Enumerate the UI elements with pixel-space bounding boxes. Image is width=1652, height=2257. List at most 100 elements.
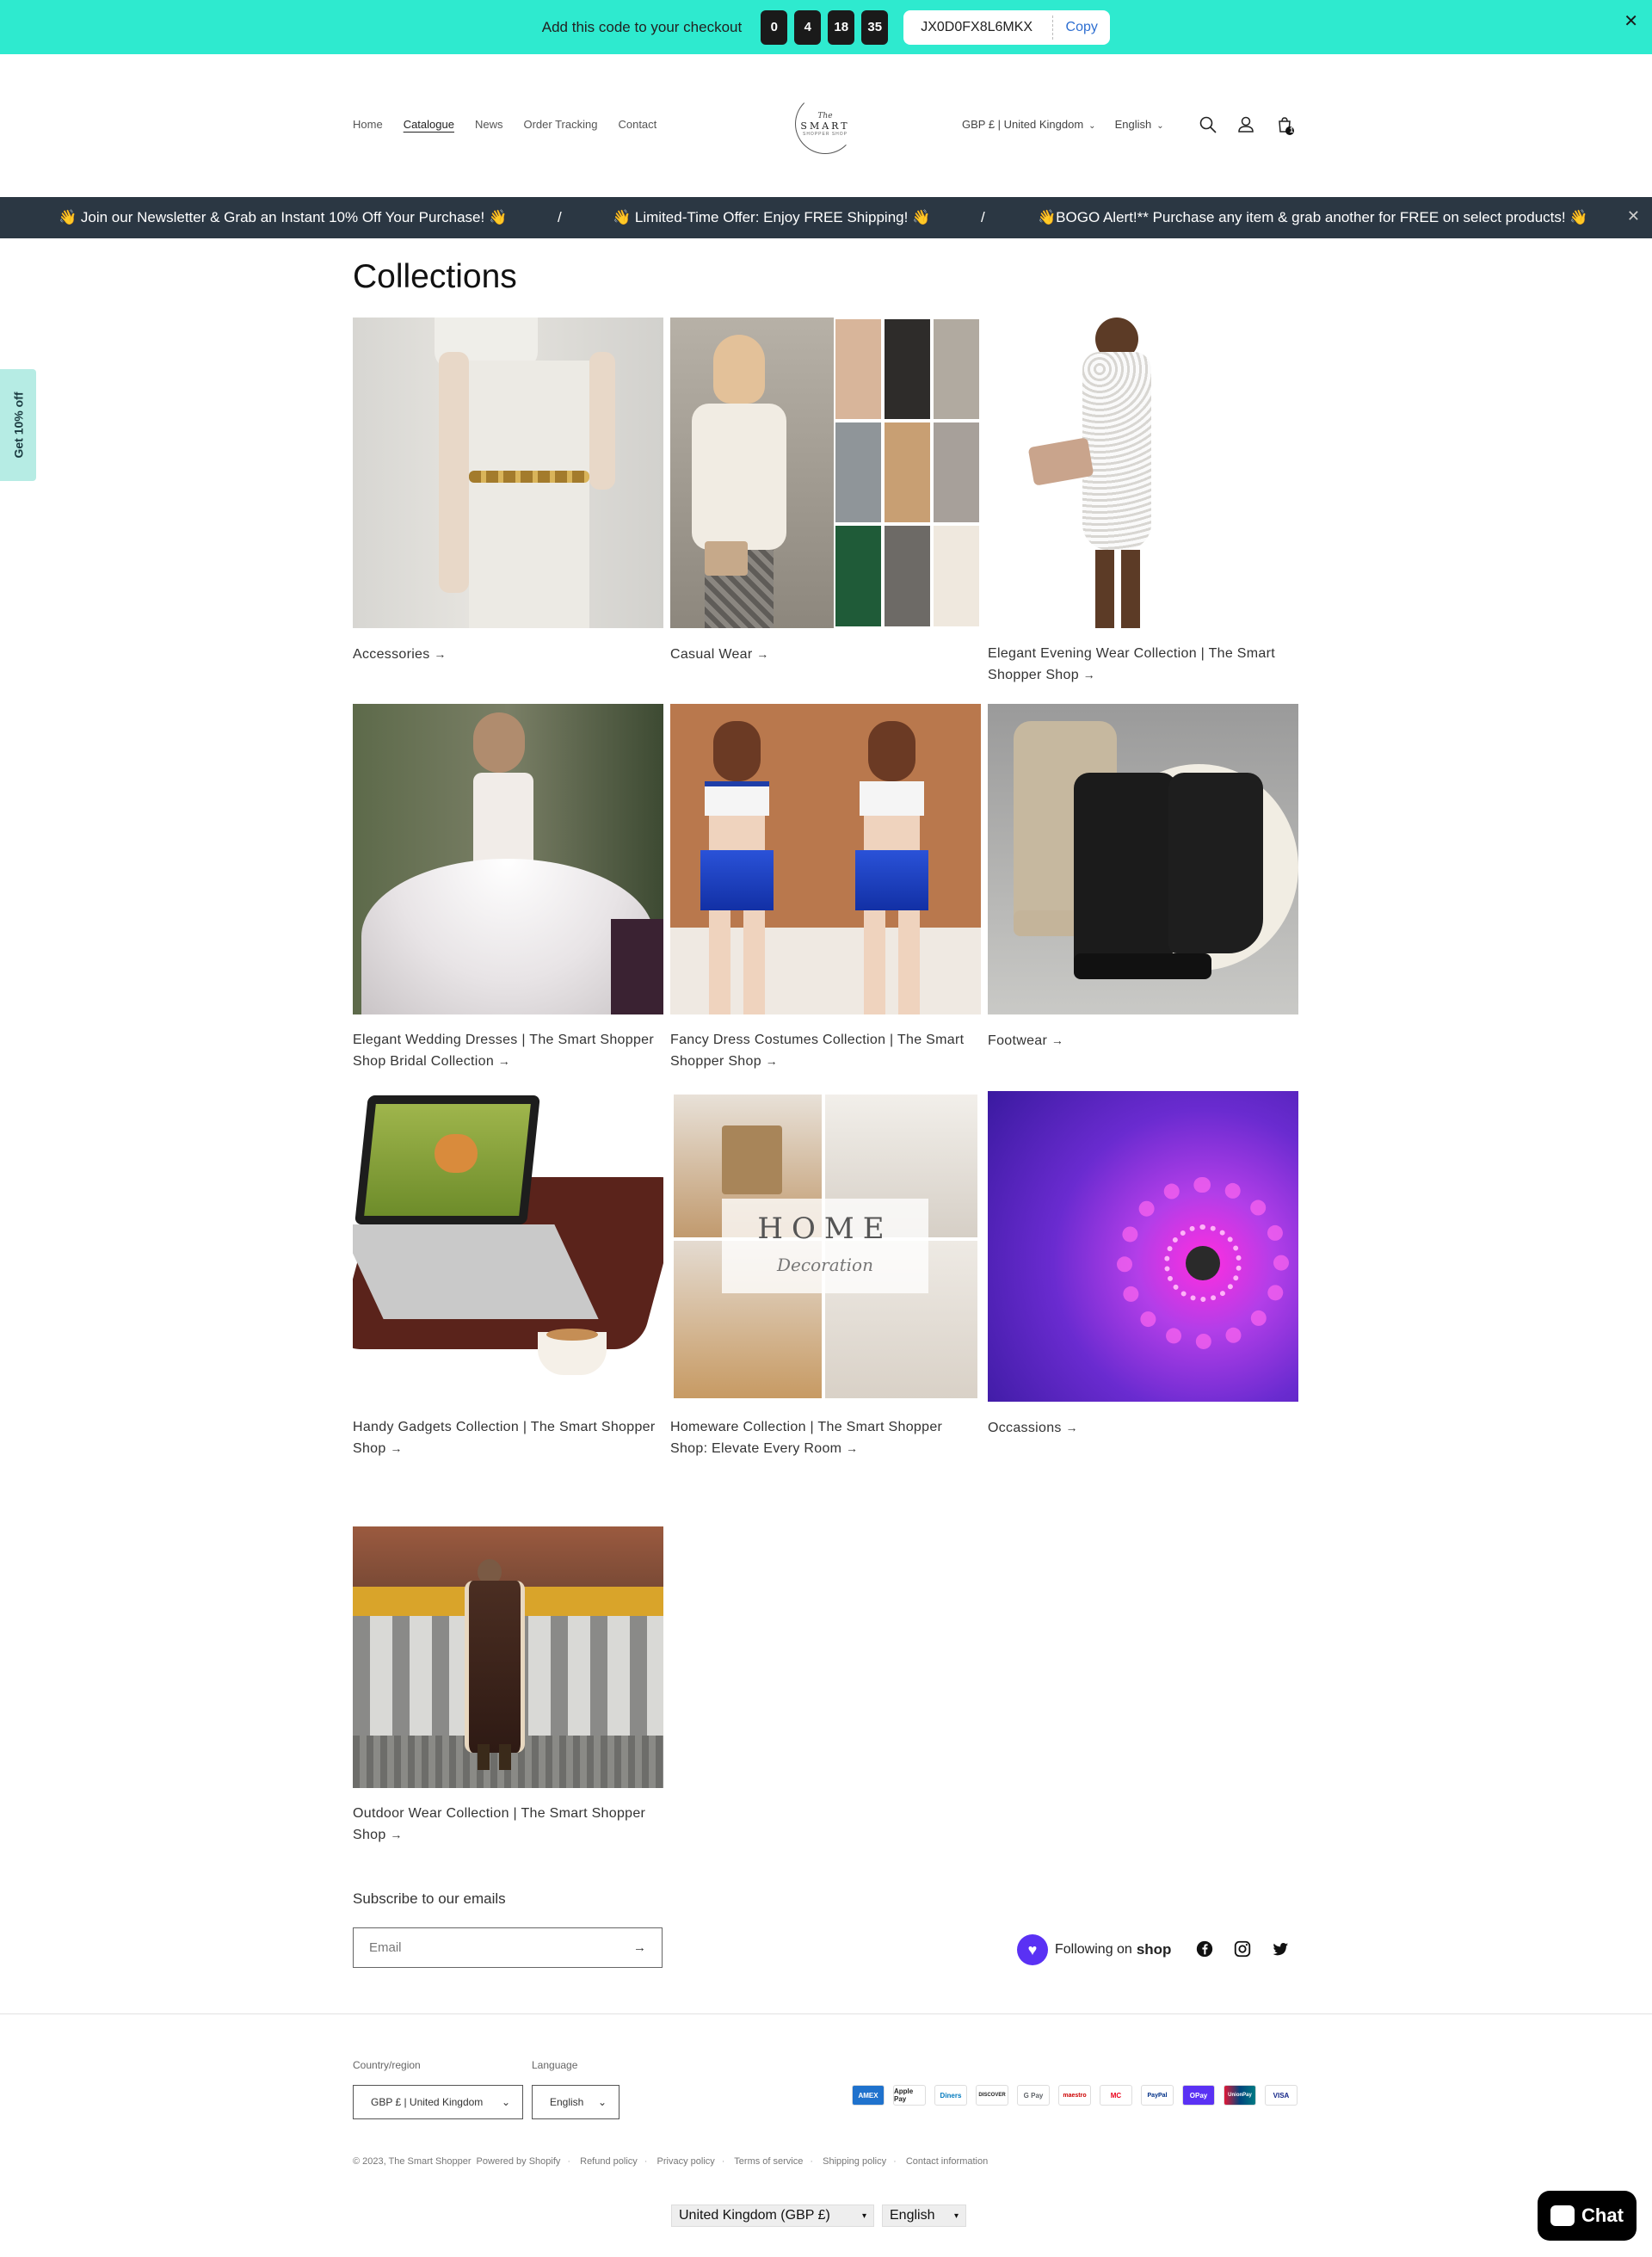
logo-line-3: SHOPPER SHOP	[802, 131, 848, 137]
instagram-icon[interactable]	[1233, 1939, 1252, 1958]
main-nav: Home Catalogue News Order Tracking Conta…	[353, 118, 656, 131]
announcement-separator: /	[981, 209, 985, 225]
collection-card-casual-wear[interactable]: Casual Wear →	[670, 318, 981, 665]
collection-title[interactable]: Homeware Collection | The Smart Shopper …	[670, 1417, 981, 1459]
country-selector[interactable]: GBP £ | United Kingdom ⌄	[353, 2085, 523, 2119]
copy-code-button[interactable]: Copy	[1053, 20, 1110, 35]
collection-image[interactable]	[988, 318, 1298, 628]
discount-code-box: JX0D0FX8L6MKX Copy	[903, 9, 1111, 45]
chevron-down-icon: ⌄	[597, 2096, 607, 2108]
bottom-country-select[interactable]: United Kingdom (GBP £) ▾	[671, 2205, 874, 2227]
collection-card-wedding-dresses[interactable]: Elegant Wedding Dresses | The Smart Shop…	[353, 704, 663, 1072]
bottom-language-select[interactable]: English ▾	[882, 2205, 966, 2227]
refund-policy-link[interactable]: Refund policy	[580, 2156, 638, 2167]
promo-bar: Add this code to your checkout 0 4 18 35…	[0, 0, 1652, 54]
chat-button[interactable]: Chat	[1538, 2191, 1637, 2241]
twitter-icon[interactable]	[1271, 1939, 1290, 1958]
collection-image[interactable]	[353, 318, 663, 628]
shop-brand: shop	[1136, 1941, 1172, 1958]
collection-title-text: Elegant Evening Wear Collection | The Sm…	[988, 646, 1275, 682]
cart-count-badge: 1	[1289, 126, 1294, 134]
amex-icon: AMEX	[852, 2085, 885, 2106]
arrow-right-icon: →	[497, 1054, 511, 1068]
site-logo[interactable]: The SMART SHOPPER SHOP	[795, 94, 855, 154]
bottom-country-value: United Kingdom (GBP £)	[679, 2208, 830, 2223]
collection-image[interactable]	[353, 1091, 663, 1402]
header-selectors: GBP £ | United Kingdom ⌄ English ⌄	[962, 118, 1183, 131]
collection-image[interactable]	[670, 704, 981, 1014]
caret-down-icon: ▾	[953, 2211, 959, 2221]
arrow-right-icon: →	[434, 647, 447, 661]
shop-follow-button[interactable]: ♥ Following on shop	[1017, 1933, 1171, 1967]
unionpay-icon: UnionPay	[1224, 2085, 1256, 2106]
collection-title-text: Accessories	[353, 647, 430, 662]
collection-title[interactable]: Occassions →	[988, 1417, 1298, 1439]
announcement-message: 👋BOGO Alert!** Purchase any item & grab …	[1038, 209, 1588, 225]
collection-image[interactable]	[353, 704, 663, 1014]
mastercard-icon: MC	[1100, 2085, 1132, 2106]
collection-title[interactable]: Fancy Dress Costumes Collection | The Sm…	[670, 1030, 981, 1072]
arrow-right-icon: →	[1051, 1033, 1064, 1047]
chat-label: Chat	[1581, 2205, 1624, 2226]
nav-contact[interactable]: Contact	[618, 118, 656, 131]
collection-title-text: Fancy Dress Costumes Collection | The Sm…	[670, 1033, 965, 1069]
countdown-minutes: 18	[828, 9, 855, 45]
nav-home[interactable]: Home	[353, 118, 383, 131]
arrow-right-icon: →	[756, 647, 769, 661]
collection-image[interactable]	[670, 318, 981, 628]
arrow-right-icon: →	[1065, 1421, 1078, 1434]
collection-title[interactable]: Elegant Wedding Dresses | The Smart Shop…	[353, 1030, 663, 1072]
heart-icon: ♥	[1017, 1934, 1048, 1965]
search-icon[interactable]	[1198, 114, 1218, 135]
collection-card-gadgets[interactable]: Handy Gadgets Collection | The Smart Sho…	[353, 1091, 663, 1459]
newsletter-email-input[interactable]: Email →	[353, 1927, 663, 1968]
arrow-right-icon: →	[390, 1828, 403, 1841]
collection-title[interactable]: Elegant Evening Wear Collection | The Sm…	[988, 644, 1298, 686]
powered-by[interactable]: Powered by Shopify	[477, 2156, 561, 2167]
discount-code: JX0D0FX8L6MKX	[903, 15, 1054, 40]
shipping-policy-link[interactable]: Shipping policy	[823, 2156, 886, 2167]
copyright-text[interactable]: © 2023, The Smart Shopper	[353, 2156, 472, 2167]
privacy-policy-link[interactable]: Privacy policy	[657, 2156, 715, 2167]
language-selector[interactable]: English ⌄	[1115, 118, 1164, 131]
arrow-right-icon[interactable]: →	[633, 1940, 646, 1955]
collection-image[interactable]: HOME Decoration	[670, 1091, 981, 1402]
collection-card-fancy-dress[interactable]: Fancy Dress Costumes Collection | The Sm…	[670, 704, 981, 1072]
collection-card-accessories[interactable]: Accessories →	[353, 318, 663, 665]
collection-image[interactable]	[353, 1477, 663, 1788]
facebook-icon[interactable]	[1195, 1939, 1214, 1958]
collection-card-footwear[interactable]: Footwear →	[988, 704, 1298, 1051]
nav-catalogue[interactable]: Catalogue	[404, 118, 454, 131]
currency-selector-label: GBP £ | United Kingdom	[962, 118, 1084, 131]
collection-card-evening-wear[interactable]: Elegant Evening Wear Collection | The Sm…	[988, 318, 1298, 686]
collection-title[interactable]: Footwear →	[988, 1030, 1298, 1051]
collection-card-occassions[interactable]: Occassions →	[988, 1091, 1298, 1439]
site-header: Home Catalogue News Order Tracking Conta…	[0, 54, 1652, 197]
chevron-down-icon: ⌄	[501, 2096, 510, 2108]
nav-news[interactable]: News	[475, 118, 503, 131]
logo-line-1: The	[817, 111, 833, 120]
discount-side-tab[interactable]: Get 10% off	[0, 369, 36, 481]
collection-title[interactable]: Outdoor Wear Collection | The Smart Shop…	[353, 1804, 663, 1846]
collection-title[interactable]: Accessories →	[353, 644, 663, 665]
collection-image[interactable]	[988, 1091, 1298, 1402]
language-selector[interactable]: English ⌄	[532, 2085, 620, 2119]
contact-info-link[interactable]: Contact information	[906, 2156, 988, 2167]
shop-pay-icon: OPay	[1182, 2085, 1215, 2106]
collection-image[interactable]	[988, 704, 1298, 1014]
announcement-message: 👋 Limited-Time Offer: Enjoy FREE Shippin…	[613, 209, 931, 225]
collection-card-homeware[interactable]: HOME Decoration Homeware Collection | Th…	[670, 1091, 981, 1459]
home-overlay-word: HOME	[757, 1212, 893, 1246]
promo-close-icon[interactable]: ✕	[1624, 10, 1638, 32]
terms-link[interactable]: Terms of service	[734, 2156, 803, 2167]
collection-card-outdoor-wear[interactable]: Outdoor Wear Collection | The Smart Shop…	[353, 1477, 663, 1846]
nav-order-tracking[interactable]: Order Tracking	[523, 118, 597, 131]
discover-icon: DISCOVER	[976, 2085, 1008, 2106]
side-tab-label: Get 10% off	[11, 392, 26, 459]
account-icon[interactable]	[1236, 114, 1256, 135]
collection-title[interactable]: Handy Gadgets Collection | The Smart Sho…	[353, 1417, 663, 1459]
announcement-close-icon[interactable]: ✕	[1627, 207, 1640, 225]
collection-title[interactable]: Casual Wear →	[670, 644, 981, 665]
language-value: English	[550, 2096, 584, 2108]
currency-selector[interactable]: GBP £ | United Kingdom ⌄	[962, 118, 1096, 131]
